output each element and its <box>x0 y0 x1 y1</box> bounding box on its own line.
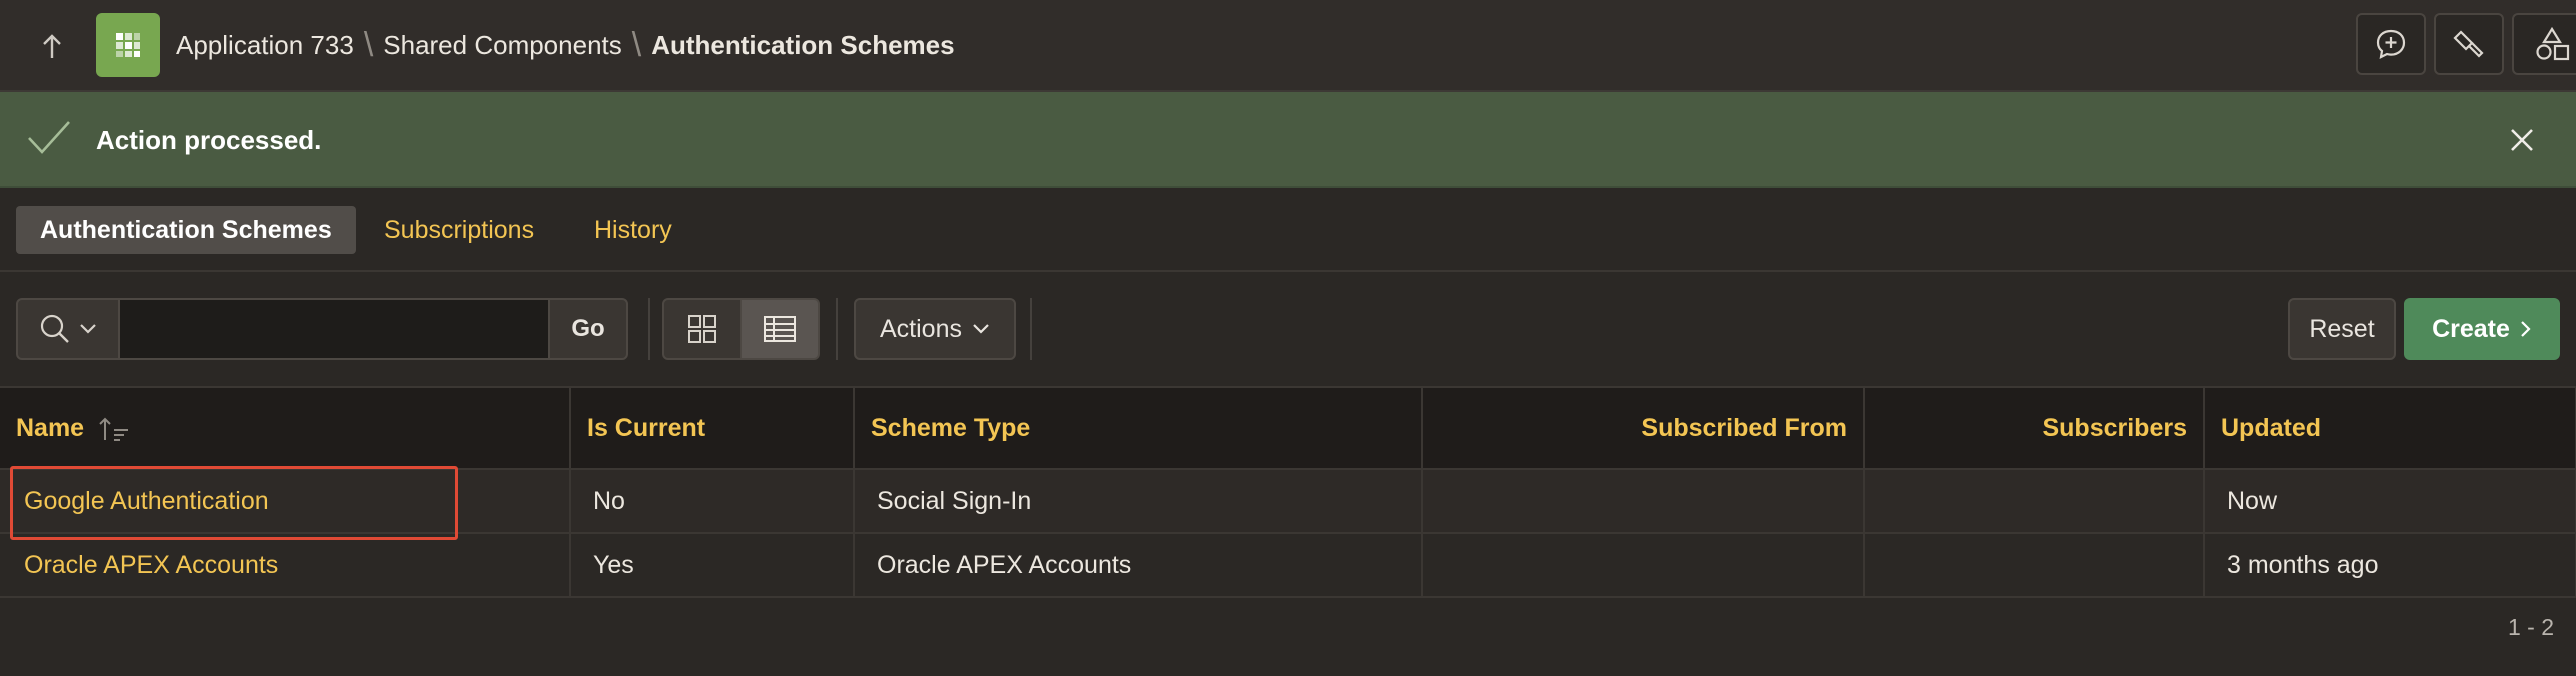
scheme-type-cell: Social Sign-In <box>854 469 1423 534</box>
is-current-cell: Yes <box>570 533 855 598</box>
is-current-cell: No <box>570 469 855 534</box>
search-icon <box>40 314 69 343</box>
sort-ascending-icon <box>99 417 129 441</box>
column-header-scheme-type[interactable]: Scheme Type <box>854 386 1423 470</box>
arrow-up-icon <box>43 34 61 58</box>
table-row: Google Authentication No Social Sign-In … <box>0 466 2576 540</box>
scheme-name-link[interactable]: Google Authentication <box>0 466 571 540</box>
actions-menu-button[interactable]: Actions <box>854 298 1016 360</box>
pagination-range: 1 - 2 <box>2507 614 2554 640</box>
chevron-right-icon <box>2521 321 2531 337</box>
report-region: Name Is Current Scheme Type Subscribed F… <box>0 386 2576 598</box>
authentication-schemes-table: Name Is Current Scheme Type Subscribed F… <box>0 386 2576 598</box>
app-icon[interactable] <box>96 13 160 77</box>
report-view-button[interactable] <box>740 298 820 360</box>
feedback-icon <box>2376 29 2406 59</box>
tab-bar: Authentication Schemes Subscriptions His… <box>0 190 2576 272</box>
column-header-subscribed-from[interactable]: Subscribed From <box>1422 386 1865 470</box>
subscribers-cell <box>1864 469 2205 534</box>
breadcrumb-separator: \ <box>363 25 374 64</box>
breadcrumb: Application 733 \ Shared Components \ Au… <box>176 0 955 90</box>
divider <box>1030 298 1032 360</box>
scheme-name-link[interactable]: Oracle APEX Accounts <box>0 533 571 598</box>
chevron-down-icon <box>80 324 96 334</box>
report-toolbar: Go Actions Reset Create <box>0 272 2576 386</box>
reset-button[interactable]: Reset <box>2288 298 2396 360</box>
updated-cell: 3 months ago <box>2204 533 2576 598</box>
success-message-text: Action processed. <box>96 124 322 155</box>
shapes-button[interactable] <box>2512 13 2576 75</box>
updated-cell: Now <box>2204 469 2576 534</box>
scheme-type-cell: Oracle APEX Accounts <box>854 533 1423 598</box>
checkmark-icon <box>28 121 70 154</box>
subscribers-cell <box>1864 533 2205 598</box>
table-header-row: Name Is Current Scheme Type Subscribed F… <box>0 386 2576 470</box>
search-input[interactable] <box>118 298 550 360</box>
table-row: Oracle APEX Accounts Yes Oracle APEX Acc… <box>0 533 2576 598</box>
divider <box>836 298 838 360</box>
tab-authentication-schemes[interactable]: Authentication Schemes <box>16 206 356 254</box>
breadcrumb-shared-components[interactable]: Shared Components <box>383 30 621 61</box>
icon-view-button[interactable] <box>662 298 742 360</box>
highlighter-icon <box>2453 30 2484 58</box>
search-column-menu[interactable] <box>16 298 120 360</box>
table-view-icon <box>764 316 796 342</box>
column-header-is-current[interactable]: Is Current <box>570 386 855 470</box>
grid-app-icon <box>116 33 140 57</box>
column-header-updated[interactable]: Updated <box>2204 386 2576 470</box>
divider <box>648 298 650 360</box>
create-label: Create <box>2432 314 2510 343</box>
breadcrumb-application[interactable]: Application 733 <box>176 30 354 61</box>
tab-subscriptions[interactable]: Subscriptions <box>360 206 558 254</box>
breadcrumb-current: Authentication Schemes <box>651 29 955 60</box>
column-header-subscribers[interactable]: Subscribers <box>1864 386 2205 470</box>
top-bar: Application 733 \ Shared Components \ Au… <box>0 0 2576 92</box>
grid-view-icon <box>688 315 716 343</box>
subscribed-from-cell <box>1422 469 1865 534</box>
shapes-icon <box>2536 26 2570 61</box>
actions-label: Actions <box>880 314 962 343</box>
breadcrumb-separator: \ <box>631 25 642 64</box>
success-message: Action processed. <box>0 92 2576 188</box>
navigate-up-button[interactable] <box>22 22 82 72</box>
create-button[interactable]: Create <box>2404 298 2560 360</box>
subscribed-from-cell <box>1422 533 1865 598</box>
highlighter-button[interactable] <box>2434 13 2504 75</box>
feedback-button[interactable] <box>2356 13 2426 75</box>
go-button[interactable]: Go <box>548 298 628 360</box>
close-icon[interactable] <box>2502 120 2542 160</box>
column-header-name[interactable]: Name <box>0 386 571 470</box>
tab-history[interactable]: History <box>570 206 696 254</box>
chevron-down-icon <box>973 324 989 334</box>
